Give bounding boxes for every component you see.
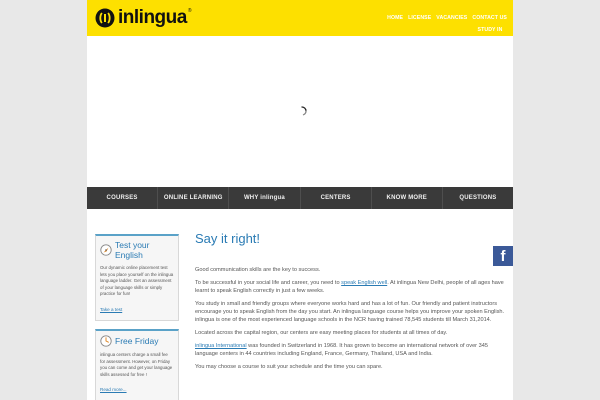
free-friday-box: Free Friday inlingua centers charge a sm… xyxy=(95,328,179,400)
logo-mark-icon xyxy=(95,8,115,28)
paragraph-4: Located across the capital region, our c… xyxy=(195,330,448,336)
nav-why-inlingua[interactable]: WHY inlingua xyxy=(229,187,301,209)
topnav-vacancies[interactable]: VACANCIES xyxy=(436,12,467,24)
paragraph-1: Good communication skills are the key to… xyxy=(195,267,321,273)
free-friday-header: Free Friday xyxy=(100,335,174,347)
test-english-box: Test your English Our dynamic online pla… xyxy=(95,234,179,321)
paragraph-5: inlingua International was founded in Sw… xyxy=(195,342,505,358)
logo-wordmark: inlingua xyxy=(118,7,187,28)
page: inlingua ® HOME LICENSE VACANCIES CONTACT U… xyxy=(87,0,513,400)
clock-icon xyxy=(100,335,112,347)
nav-online-learning[interactable]: ONLINE LEARNING xyxy=(158,187,230,209)
main-content: Test your English Our dynamic online pla… xyxy=(87,209,513,400)
paragraph-6: You may choose a course to suit your sch… xyxy=(195,364,383,370)
site-header: inlingua ® HOME LICENSE VACANCIES CONTACT U… xyxy=(87,0,513,45)
hero-banner xyxy=(87,36,513,187)
test-english-header: Test your English xyxy=(100,240,174,260)
read-more-link[interactable]: Read more... xyxy=(100,387,127,392)
article-title: Say it right! xyxy=(195,231,261,246)
take-test-link[interactable]: Take a test xyxy=(100,307,122,312)
nav-know-more[interactable]: KNOW MORE xyxy=(372,187,443,209)
nav-centers[interactable]: CENTERS xyxy=(301,187,372,209)
inlingua-logo[interactable]: inlingua ® xyxy=(95,8,192,28)
paragraph-3: You study in small and friendly groups w… xyxy=(195,301,505,323)
topnav-license[interactable]: LICENSE xyxy=(408,12,431,24)
facebook-icon: f xyxy=(500,247,506,265)
test-english-text: Our dynamic online placement test lets y… xyxy=(100,265,174,297)
sidebar: Test your English Our dynamic online pla… xyxy=(95,234,179,400)
nav-courses[interactable]: COURSES xyxy=(87,187,159,209)
loading-spinner-icon xyxy=(301,106,307,116)
test-english-title: Test your English xyxy=(115,240,150,260)
topnav-home[interactable]: HOME xyxy=(387,12,403,24)
facebook-tab[interactable]: f xyxy=(493,246,513,266)
inlingua-international-link[interactable]: inlingua International xyxy=(195,343,247,349)
article: Say it right! Good communication skills … xyxy=(195,231,505,376)
main-navigation: COURSES ONLINE LEARNING WHY inlingua CEN… xyxy=(87,187,513,209)
paragraph-2-text-a: To be successful in your social life and… xyxy=(195,280,342,286)
nav-questions[interactable]: QUESTIONS xyxy=(443,187,513,209)
compass-icon xyxy=(100,244,112,256)
free-friday-title: Free Friday xyxy=(115,335,159,346)
registered-mark: ® xyxy=(187,8,192,14)
speak-english-well-link[interactable]: speak English well xyxy=(341,280,387,286)
paragraph-2: To be successful in your social life and… xyxy=(195,279,505,295)
free-friday-text: inlingua centers charge a small fee for … xyxy=(100,351,173,377)
topnav-contact-us[interactable]: CONTACT US xyxy=(472,12,507,24)
